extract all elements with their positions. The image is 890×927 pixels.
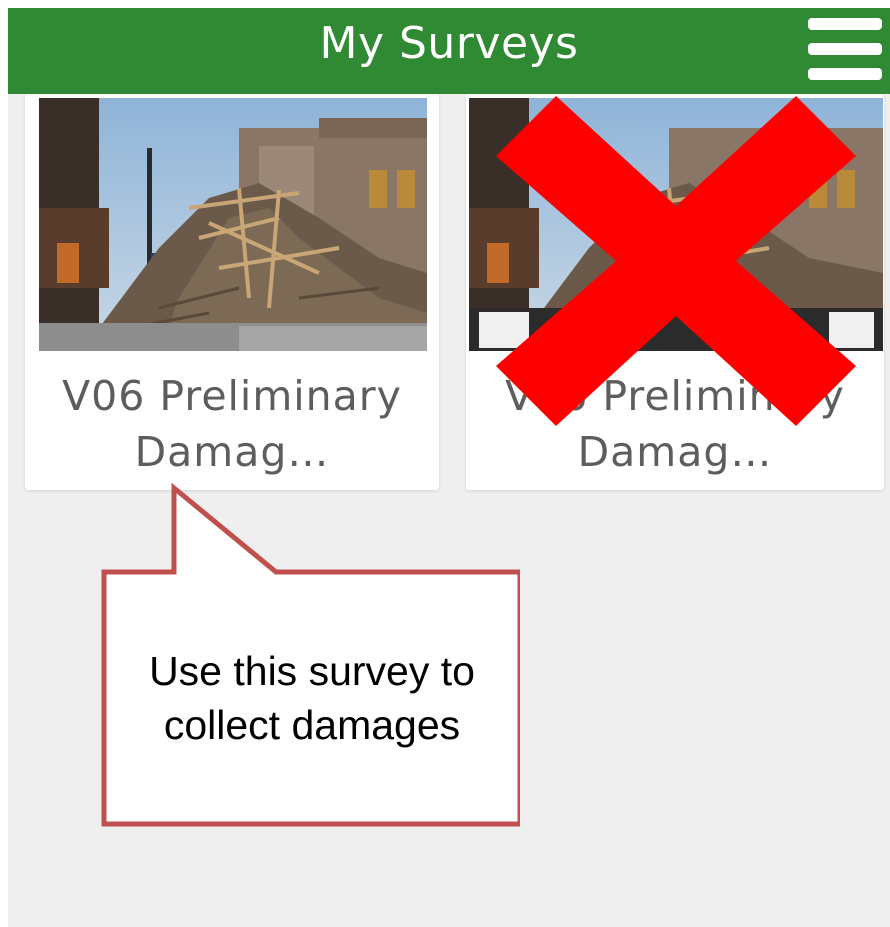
callout-text: Use this survey to collect damages: [149, 648, 475, 748]
app-header: My Surveys: [8, 8, 890, 94]
hamburger-menu-icon: [808, 18, 882, 80]
page-title: My Surveys: [319, 18, 579, 69]
survey-thumbnail: [469, 98, 883, 351]
survey-thumbnail: [39, 98, 427, 351]
survey-card[interactable]: V06 Preliminary Damag…: [466, 94, 884, 490]
survey-title: V06 Preliminary Damag…: [505, 372, 845, 476]
menu-button[interactable]: [804, 12, 886, 86]
survey-card[interactable]: V06 Preliminary Damag…: [25, 94, 439, 490]
survey-title: V06 Preliminary Damag…: [62, 372, 402, 476]
